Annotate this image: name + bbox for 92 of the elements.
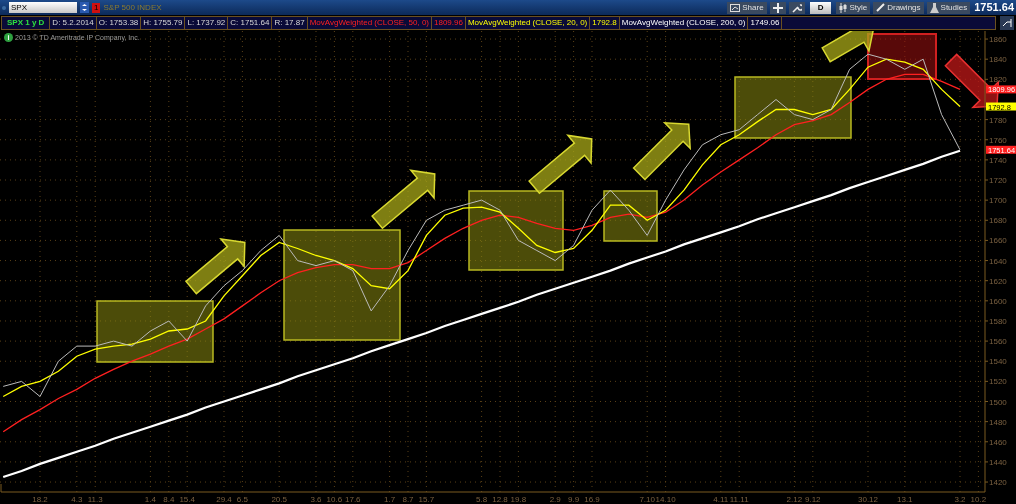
- x-axis-label: 1.4: [144, 495, 156, 504]
- x-axis-label: 15.7: [418, 495, 435, 504]
- x-axis-label: 8.7: [402, 495, 414, 504]
- x-axis-label: 13.1: [897, 495, 913, 504]
- x-axis-label: 19.8: [510, 495, 527, 504]
- ohlc-value: D: 5.2.2014: [50, 17, 97, 29]
- study-label: MovAvgWeighted (CLOSE, 200, 0): [619, 17, 749, 29]
- x-axis-label: 9.9: [568, 495, 580, 504]
- ohlc-value: R: 17.87: [272, 17, 308, 29]
- y-axis-label: 1600: [989, 296, 1007, 306]
- symbol-description: S&P 500 INDEX: [103, 3, 162, 12]
- x-axis-label: 4.11: [713, 495, 729, 504]
- x-axis-label: 20.5: [271, 495, 287, 504]
- flask-icon: [929, 2, 939, 13]
- x-axis-label: 5.8: [476, 495, 488, 504]
- chart-title: SPX 1 y D: [2, 17, 51, 29]
- up-arrow-icon: [528, 134, 593, 195]
- x-axis-label: 2.12: [786, 495, 803, 504]
- alert-badge: 1: [92, 2, 101, 13]
- x-axis-label: 4.3: [71, 495, 83, 504]
- study-value: 1749.06: [748, 17, 783, 29]
- study-value: 1792.8: [590, 17, 620, 29]
- candle-icon: [839, 2, 848, 13]
- x-axis-label: 30.12: [858, 495, 878, 504]
- y-axis-label: 1440: [989, 457, 1007, 467]
- dropdown-icon[interactable]: [80, 2, 89, 13]
- up-arrow-icon: [821, 31, 875, 63]
- icon-button[interactable]: [788, 1, 805, 14]
- pencil-icon: [876, 3, 886, 12]
- ohlc-value: C: 1751.64: [228, 17, 273, 29]
- y-axis-label: 1580: [989, 316, 1007, 326]
- x-axis-label: 9.12: [805, 495, 821, 504]
- up-arrow-icon: [632, 121, 692, 181]
- symbol-field[interactable]: SPX: [9, 2, 77, 13]
- y-axis-label: 1560: [989, 337, 1007, 347]
- x-axis-label: 15.4: [179, 495, 195, 504]
- y-axis-label: 1660: [989, 236, 1007, 246]
- y-axis-label: 1720: [989, 176, 1007, 185]
- x-axis-label: 16.9: [584, 495, 600, 504]
- aggregation-button[interactable]: D: [809, 1, 832, 14]
- toolbar-button[interactable]: Share: [727, 1, 767, 14]
- ohlc-value: L: 1737.92: [185, 17, 229, 29]
- y-axis-label: 1820: [989, 75, 1007, 85]
- y-axis-label: 1780: [989, 115, 1007, 125]
- x-axis-label: 18.2: [32, 495, 48, 504]
- x-axis-label: 11.3: [87, 495, 103, 504]
- x-axis-label: 6.5: [236, 495, 248, 504]
- up-arrow-icon: [185, 237, 246, 295]
- expand-icon: [1002, 18, 1012, 28]
- toolbar-button[interactable]: Studies: [926, 1, 971, 14]
- y-axis-label: 1460: [989, 437, 1007, 447]
- highlight-box: [603, 190, 658, 242]
- x-axis-label: 7.10: [639, 495, 655, 504]
- x-axis-label: 2.9: [549, 495, 561, 504]
- y-axis-label: 1840: [989, 55, 1007, 65]
- y-axis-label: 1500: [989, 397, 1007, 407]
- study-label: MovAvgWeighted (CLOSE, 20, 0): [465, 17, 591, 29]
- x-axis-label: 3.6: [310, 495, 322, 504]
- study-label: MovAvgWeighted (CLOSE, 50, 0): [307, 17, 432, 29]
- y-axis-label: 1520: [989, 377, 1007, 387]
- ohlc-value: H: 1755.79: [141, 17, 186, 29]
- x-axis-label: 14.10: [655, 495, 676, 504]
- x-axis-label: 29.4: [216, 495, 232, 504]
- study-value: 1809.96: [432, 17, 466, 29]
- y-axis-label: 1480: [989, 417, 1007, 427]
- x-axis-label: 12.8: [492, 495, 508, 504]
- last-price: 1751.64: [974, 2, 1014, 13]
- x-axis-label: 10.2: [970, 495, 987, 504]
- y-axis-label: 1680: [989, 216, 1007, 226]
- y-axis-label: 1700: [989, 196, 1007, 206]
- x-axis-label: 10.6: [326, 495, 343, 504]
- expand-button[interactable]: [1000, 16, 1014, 30]
- ohlc-value: O: 1753.38: [96, 17, 142, 29]
- y-axis-label: 1420: [989, 478, 1007, 488]
- x-axis-label: 8.4: [163, 495, 175, 504]
- x-axis-label: 11.11: [729, 495, 749, 504]
- x-axis-label: 17.6: [345, 495, 361, 504]
- y-axis-label: 1860: [989, 35, 1007, 45]
- icon-button[interactable]: [769, 1, 786, 14]
- toolbar-button[interactable]: Drawings: [873, 1, 924, 14]
- y-axis-label: 1540: [989, 357, 1007, 367]
- x-axis-label: 3.2: [954, 495, 966, 504]
- x-axis-label: 1.7: [384, 495, 396, 504]
- highlight-box: [867, 33, 937, 80]
- y-axis-label: 1740: [989, 155, 1007, 165]
- y-axis-label: 1620: [989, 276, 1007, 286]
- share-icon: [730, 3, 741, 12]
- up-arrow-icon: [371, 169, 436, 230]
- crosshair-icon: [772, 2, 783, 13]
- y-axis-label: 1760: [989, 135, 1007, 145]
- y-axis-label: 1640: [989, 256, 1007, 266]
- toolbar-button[interactable]: Style: [836, 1, 871, 14]
